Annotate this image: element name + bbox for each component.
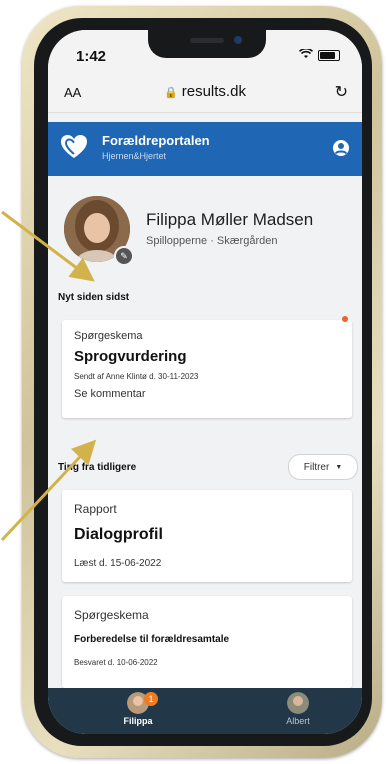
filter-button[interactable]: Filtrer ▼ [288, 454, 358, 480]
report-card[interactable]: Rapport Dialogprofil Læst d. 15-06-2022 [62, 490, 352, 582]
browser-url-bar[interactable]: AA 🔒 results.dk ↻ [48, 74, 362, 113]
card-title: Sprogvurdering [74, 348, 187, 365]
app-header: Forældreportalen Hjernen&Hjertet [48, 122, 362, 176]
albert-avatar [287, 692, 309, 714]
edit-avatar-icon[interactable]: ✎ [114, 246, 134, 266]
nav-item-filippa[interactable]: 1 Filippa [98, 692, 178, 726]
phone-screen: 1:42 AA 🔒 results.dk ↻ Forældreportalen H… [48, 30, 362, 734]
lock-icon: 🔒 [164, 87, 178, 99]
notch [148, 30, 266, 58]
battery-icon [318, 49, 340, 61]
heart-brain-logo-icon [61, 135, 87, 158]
url-text: results.dk [181, 83, 246, 100]
card-type: Spørgeskema [74, 330, 143, 342]
earlier-heading: Ting fra tidligere [58, 462, 137, 473]
caret-down-icon: ▼ [335, 463, 343, 471]
questionnaire-card[interactable]: Spørgeskema Forberedelse til forældresam… [62, 596, 352, 688]
notification-badge: 1 [144, 692, 158, 706]
app-title: Forældreportalen [102, 133, 210, 148]
child-groups: Spillopperne · Skærgården [146, 235, 278, 247]
address-field[interactable]: 🔒 results.dk [48, 83, 362, 100]
card-type: Rapport [74, 502, 117, 516]
unread-indicator [342, 316, 348, 322]
reload-icon[interactable]: ↻ [335, 82, 348, 102]
nav-label: Albert [286, 716, 310, 726]
nav-item-albert[interactable]: Albert [258, 692, 338, 726]
card-type: Spørgeskema [74, 608, 149, 622]
status-icons [298, 47, 340, 62]
status-time: 1:42 [76, 48, 107, 65]
card-sent-info: Sendt af Anne Klintø d. 30-11-2023 [74, 372, 199, 381]
speaker [190, 38, 224, 43]
bottom-navigation: 1 Filippa Albert [48, 688, 362, 734]
card-answered-date: Besvaret d. 10-06-2022 [74, 658, 158, 667]
card-read-date: Læst d. 15-06-2022 [74, 558, 162, 569]
front-camera [234, 36, 242, 44]
wifi-icon [298, 47, 314, 62]
user-account-icon[interactable] [332, 139, 350, 157]
new-item-card[interactable]: Spørgeskema Sprogvurdering Sendt af Anne… [62, 316, 352, 418]
card-title: Dialogprofil [74, 526, 163, 543]
app-subtitle: Hjernen&Hjertet [102, 151, 167, 161]
child-name: Filippa Møller Madsen [146, 210, 314, 229]
nav-label: Filippa [123, 716, 153, 726]
filter-label: Filtrer [303, 461, 330, 473]
child-profile: ✎ Filippa Møller Madsen Spillopperne · S… [48, 176, 362, 296]
see-comment-link[interactable]: Se kommentar [74, 388, 146, 400]
card-title: Forberedelse til forældresamtale [74, 634, 230, 645]
new-since-last-heading: Nyt siden sidst [58, 292, 130, 303]
